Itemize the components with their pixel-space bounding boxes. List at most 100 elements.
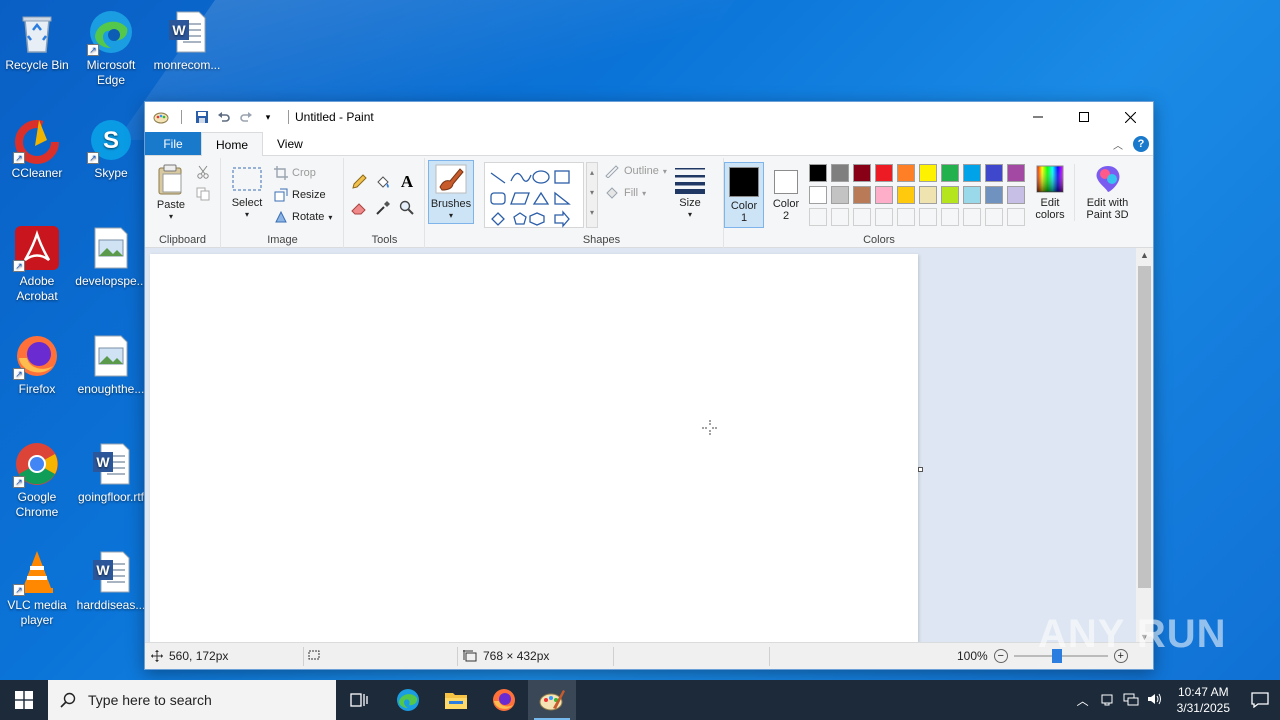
tab-home[interactable]: Home	[201, 132, 264, 156]
select-button[interactable]: Select ▾	[228, 166, 266, 221]
close-button[interactable]	[1107, 102, 1153, 132]
taskbar-paint[interactable]	[528, 680, 576, 720]
custom-color-slot[interactable]	[853, 208, 871, 226]
canvas-resize-handle-right[interactable]	[918, 467, 923, 472]
desktop-icon-developspe[interactable]: developspe...	[74, 224, 148, 289]
desktop-icon-adobe-acrobat[interactable]: ↗ Adobe Acrobat	[0, 224, 74, 304]
desktop-icon-skype[interactable]: S ↗ Skype	[74, 116, 148, 181]
palette-swatch[interactable]	[919, 164, 937, 182]
edit-paint3d-button[interactable]: Edit with Paint 3D	[1074, 164, 1140, 221]
custom-color-slot[interactable]	[1007, 208, 1025, 226]
scroll-up-icon[interactable]: ▲	[1136, 250, 1153, 260]
desktop-icon-google-chrome[interactable]: ↗ Google Chrome	[0, 440, 74, 520]
redo-icon[interactable]	[238, 109, 254, 125]
custom-color-slot[interactable]	[831, 208, 849, 226]
shapes-gallery[interactable]	[484, 162, 584, 228]
fill-button[interactable]: Fill ▾	[604, 186, 646, 200]
show-hidden-icons-icon[interactable]: ︿	[1071, 692, 1095, 709]
shapes-scroll[interactable]: ▴ ▾ ▾	[586, 162, 598, 228]
custom-color-slot[interactable]	[919, 208, 937, 226]
custom-color-slot[interactable]	[963, 208, 981, 226]
tab-view[interactable]: View	[263, 132, 317, 155]
minimize-button[interactable]	[1015, 102, 1061, 132]
palette-swatch[interactable]	[897, 164, 915, 182]
paste-button[interactable]: Paste ▾	[153, 164, 189, 223]
desktop-icon-harddiseas[interactable]: W harddiseas...	[74, 548, 148, 613]
text-tool-icon[interactable]: A	[397, 172, 417, 192]
palette-swatch[interactable]	[941, 164, 959, 182]
palette-swatch[interactable]	[985, 186, 1003, 204]
edit-colors-button[interactable]: Edit colors	[1030, 164, 1070, 221]
crop-button[interactable]: Crop	[274, 166, 316, 180]
paint-app-icon[interactable]	[153, 109, 169, 125]
desktop-icon-firefox[interactable]: ↗ Firefox	[0, 332, 74, 397]
desktop-icon-enoughthe[interactable]: enoughthe...	[74, 332, 148, 397]
taskbar-search-box[interactable]: Type here to search	[48, 680, 336, 720]
palette-swatch[interactable]	[985, 164, 1003, 182]
tab-file[interactable]: File	[145, 132, 201, 155]
taskbar-firefox[interactable]	[480, 680, 528, 720]
taskbar-file-explorer[interactable]	[432, 680, 480, 720]
custom-color-slot[interactable]	[875, 208, 893, 226]
title-bar[interactable]: ▾ Untitled - Paint	[145, 102, 1153, 132]
canvas-area[interactable]	[145, 248, 1136, 644]
palette-swatch[interactable]	[941, 186, 959, 204]
palette-swatch[interactable]	[963, 186, 981, 204]
task-view-button[interactable]	[336, 680, 384, 720]
cut-icon[interactable]	[193, 162, 213, 182]
drawing-canvas[interactable]	[150, 254, 918, 644]
eraser-icon[interactable]	[349, 198, 369, 218]
custom-color-slot[interactable]	[897, 208, 915, 226]
help-icon[interactable]: ?	[1133, 136, 1149, 152]
fill-bucket-icon[interactable]	[373, 172, 393, 192]
desktop-icon-ccleaner[interactable]: ↗ CCleaner	[0, 116, 74, 181]
palette-swatch[interactable]	[853, 186, 871, 204]
custom-color-slot[interactable]	[985, 208, 1003, 226]
scrollbar-thumb[interactable]	[1138, 266, 1151, 588]
desktop-icon-edge[interactable]: ↗ Microsoft Edge	[74, 8, 148, 88]
size-button[interactable]: Size ▾	[669, 164, 711, 221]
network-icon[interactable]	[1119, 692, 1143, 709]
palette-swatch[interactable]	[1007, 164, 1025, 182]
palette-swatch[interactable]	[809, 186, 827, 204]
desktop-icon-recycle-bin[interactable]: Recycle Bin	[0, 8, 74, 73]
palette-swatch[interactable]	[809, 164, 827, 182]
palette-swatch[interactable]	[1007, 186, 1025, 204]
palette-swatch[interactable]	[831, 186, 849, 204]
brushes-button[interactable]: Brushes ▾	[428, 160, 474, 224]
color-picker-icon[interactable]	[373, 198, 393, 218]
color2-button[interactable]: Color 2	[766, 162, 806, 228]
palette-swatch[interactable]	[919, 186, 937, 204]
desktop-icon-goingfloor[interactable]: W goingfloor.rtf	[74, 440, 148, 505]
customize-toolbar-icon[interactable]: ▾	[260, 109, 276, 125]
custom-color-slot[interactable]	[941, 208, 959, 226]
palette-swatch[interactable]	[897, 186, 915, 204]
palette-swatch[interactable]	[853, 164, 871, 182]
volume-icon[interactable]	[1143, 692, 1167, 709]
palette-swatch[interactable]	[831, 164, 849, 182]
save-icon[interactable]	[194, 109, 210, 125]
palette-swatch[interactable]	[875, 186, 893, 204]
color1-button[interactable]: Color 1	[724, 162, 764, 228]
palette-swatch[interactable]	[963, 164, 981, 182]
notifications-button[interactable]	[1240, 692, 1280, 708]
desktop-icon-monrecom[interactable]: W monrecom...	[150, 8, 224, 73]
taskbar-edge[interactable]	[384, 680, 432, 720]
collapse-ribbon-icon[interactable]: ︿	[1113, 137, 1123, 152]
maximize-button[interactable]	[1061, 102, 1107, 132]
zoom-out-icon[interactable]: −	[993, 649, 1008, 663]
start-button[interactable]	[0, 680, 48, 720]
rotate-button[interactable]: Rotate ▾	[274, 210, 332, 224]
resize-button[interactable]: Resize	[274, 188, 326, 202]
device-icon[interactable]	[1095, 692, 1119, 709]
clock[interactable]: 10:47 AM 3/31/2025	[1167, 684, 1240, 716]
undo-icon[interactable]	[216, 109, 232, 125]
outline-button[interactable]: Outline ▾	[604, 164, 667, 178]
custom-color-slot[interactable]	[809, 208, 827, 226]
vertical-scrollbar[interactable]: ▲ ▼	[1136, 248, 1153, 644]
magnifier-icon[interactable]	[397, 198, 417, 218]
pencil-icon[interactable]	[349, 172, 369, 192]
copy-icon[interactable]	[193, 184, 213, 204]
desktop-icon-vlc[interactable]: ↗ VLC media player	[0, 548, 74, 628]
palette-swatch[interactable]	[875, 164, 893, 182]
